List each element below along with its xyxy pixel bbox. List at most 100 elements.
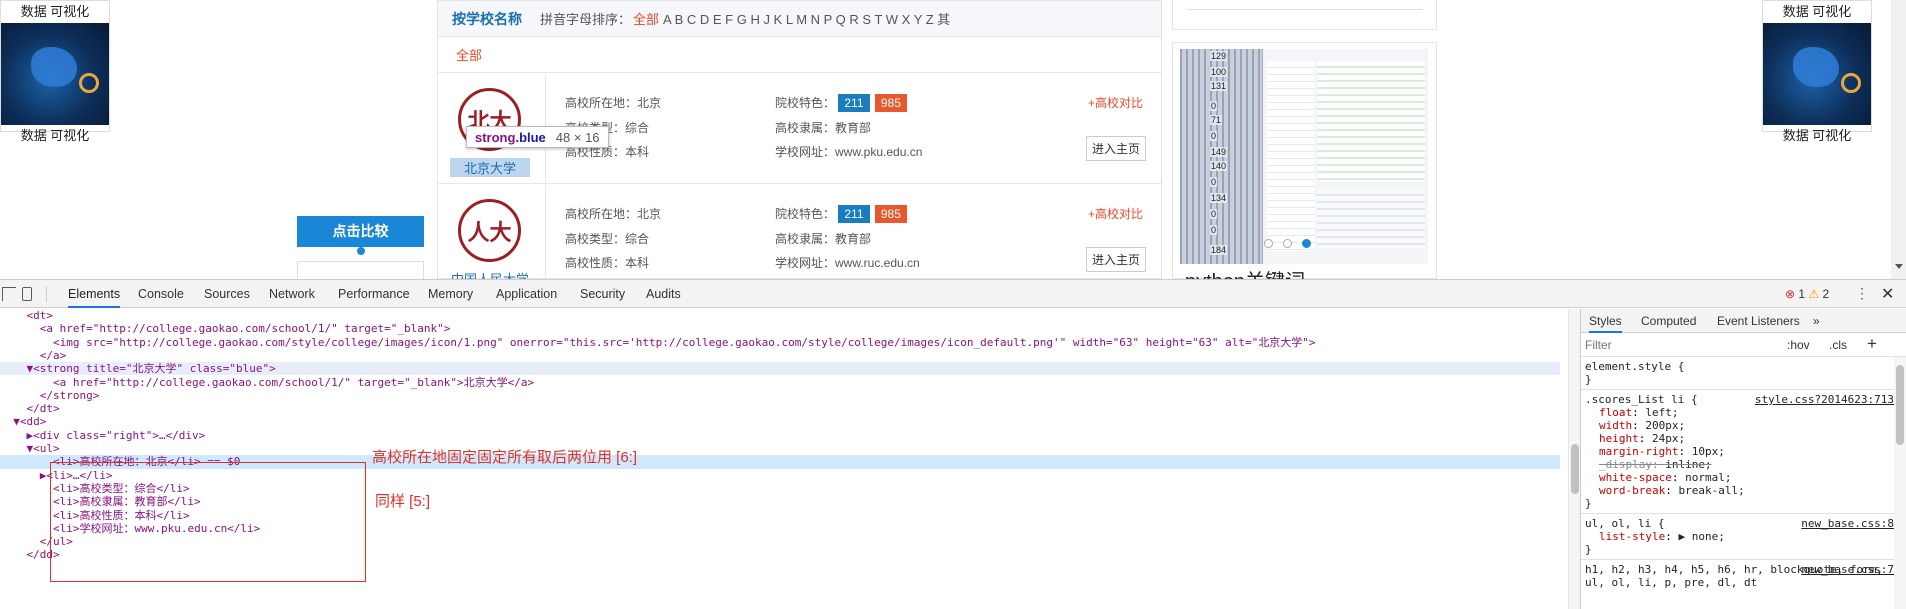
ruler-label: 0 bbox=[1210, 209, 1218, 219]
rule-source-link[interactable]: style.css?2014623:713 bbox=[1755, 393, 1894, 406]
filter-all-link[interactable]: 全部 bbox=[438, 37, 1161, 73]
letter-links[interactable]: A B C D E F G H J K L M N P Q R S T W X … bbox=[663, 9, 950, 28]
scroll-thumb[interactable] bbox=[1571, 444, 1579, 494]
tab-sources[interactable]: Sources bbox=[204, 280, 250, 308]
ruler-label: 0 bbox=[1210, 131, 1218, 141]
college-name-link[interactable]: 中国人民大学 bbox=[450, 269, 530, 279]
ruler-label: 134 bbox=[1210, 193, 1228, 203]
dom-line[interactable]: ▼<dd> bbox=[0, 415, 46, 428]
close-icon[interactable]: ✕ bbox=[1881, 284, 1894, 304]
tab-audits[interactable]: Audits bbox=[646, 280, 681, 308]
more-options-icon[interactable]: ⋮ bbox=[1855, 286, 1869, 300]
ad-right[interactable]: 数据 可视化 数据 可视化 bbox=[1762, 0, 1872, 143]
add-compare-link[interactable]: +高校对比 bbox=[1088, 94, 1143, 111]
college-affiliation: 高校隶属：教育部 bbox=[775, 121, 872, 135]
css-rule: ul, ol, li { new_base.css:8 list-style: … bbox=[1581, 514, 1906, 560]
scroll-thumb[interactable] bbox=[1896, 365, 1904, 445]
tab-network[interactable]: Network bbox=[269, 280, 315, 308]
device-toolbar-icon[interactable] bbox=[22, 287, 32, 301]
inspect-element-icon[interactable] bbox=[2, 287, 16, 301]
dom-line[interactable]: </dt> bbox=[0, 402, 59, 415]
tooltip-size: 48 × 16 bbox=[555, 129, 600, 145]
college-logo[interactable]: 人大 bbox=[458, 199, 521, 262]
property-name: white-space bbox=[1599, 471, 1672, 484]
css-property[interactable]: margin-right: 10px; bbox=[1585, 445, 1902, 458]
styles-pane: Styles Computed Event Listeners » :hov .… bbox=[1580, 309, 1906, 609]
tab-styles[interactable]: Styles bbox=[1589, 309, 1622, 333]
dom-line[interactable]: ▶<div class="right">…</div> bbox=[0, 429, 205, 442]
css-property[interactable]: word-break: break-all; bbox=[1585, 484, 1902, 497]
ruler-label: 0 bbox=[1210, 101, 1218, 111]
rule-selector[interactable]: element.style { bbox=[1585, 360, 1902, 373]
css-property[interactable]: white-space: normal; bbox=[1585, 471, 1902, 484]
tab-console[interactable]: Console bbox=[138, 280, 184, 308]
dom-scrollbar[interactable] bbox=[1568, 309, 1580, 609]
tab-security[interactable]: Security bbox=[580, 280, 625, 308]
side-panel-top bbox=[1172, 0, 1437, 30]
side-panel-ad[interactable]: 129 100 131 0 71 0 149 140 0 134 0 0 184 bbox=[1172, 42, 1437, 279]
property-name: height bbox=[1599, 432, 1639, 445]
css-property-overridden[interactable]: _display: inline; bbox=[1585, 458, 1902, 471]
dom-line-selected[interactable]: ▼<strong title="北京大学" class="blue"> bbox=[0, 362, 275, 375]
carousel-dot[interactable] bbox=[1283, 239, 1292, 248]
side-keyword-title[interactable]: python关键词 bbox=[1185, 265, 1305, 279]
dom-line[interactable]: ▼<ul> bbox=[0, 442, 59, 455]
hover-state-toggle[interactable]: :hov bbox=[1787, 338, 1810, 352]
ruler: 129 100 131 0 71 0 149 140 0 134 0 0 184 bbox=[1180, 49, 1262, 264]
rule-source-link[interactable]: new_base.css:8 bbox=[1801, 517, 1894, 530]
college-name-link[interactable]: 北京大学 bbox=[450, 158, 530, 177]
compare-button[interactable]: 点击比较 bbox=[297, 216, 424, 247]
property-name: width bbox=[1599, 419, 1633, 432]
styles-filter-input[interactable] bbox=[1585, 336, 1785, 353]
class-toggle[interactable]: .cls bbox=[1829, 338, 1847, 352]
tooltip-tag: strong bbox=[475, 129, 516, 145]
tab-computed[interactable]: Computed bbox=[1641, 309, 1696, 333]
college-affiliation: 高校隶属：教育部 bbox=[775, 232, 872, 246]
tab-memory[interactable]: Memory bbox=[428, 280, 473, 308]
more-tabs-icon[interactable]: » bbox=[1813, 309, 1820, 333]
css-rule: h1, h2, h3, h4, h5, h6, hr, blockquote, … bbox=[1581, 560, 1906, 592]
add-rule-icon[interactable]: + bbox=[1867, 334, 1877, 354]
scroll-down-icon[interactable] bbox=[1895, 264, 1903, 269]
dom-line[interactable]: </strong> bbox=[0, 389, 100, 402]
dom-line[interactable]: </a> bbox=[0, 349, 67, 362]
dom-line[interactable]: <dt> bbox=[0, 309, 53, 322]
dom-line[interactable]: <a href="http://college.gaokao.com/schoo… bbox=[0, 376, 534, 389]
tab-elements[interactable]: Elements bbox=[68, 280, 121, 308]
home-page-button[interactable]: 进入主页 bbox=[1086, 247, 1147, 272]
styles-scrollbar[interactable] bbox=[1894, 357, 1906, 609]
tooltip-class: .blue bbox=[515, 129, 546, 145]
property-value: inline; bbox=[1665, 458, 1712, 471]
sort-all-link[interactable]: 全部 bbox=[633, 9, 659, 28]
file-tree bbox=[1267, 61, 1315, 251]
ruler-label: 129 bbox=[1210, 51, 1228, 61]
dom-tree[interactable]: <dt> <a href="http://college.gaokao.com/… bbox=[0, 309, 1568, 609]
tab-performance[interactable]: Performance bbox=[338, 280, 410, 308]
error-count: 1 bbox=[1798, 287, 1806, 301]
tab-application[interactable]: Application bbox=[496, 280, 557, 308]
python-screenshot-image: 129 100 131 0 71 0 149 140 0 134 0 0 184 bbox=[1180, 49, 1428, 264]
tab-event-listeners[interactable]: Event Listeners bbox=[1717, 309, 1800, 333]
dom-line[interactable]: <a href="http://college.gaokao.com/schoo… bbox=[0, 322, 451, 335]
styles-filter-bar: :hov .cls + bbox=[1581, 333, 1906, 357]
property-value: 200px; bbox=[1645, 419, 1686, 432]
property-name: list-style bbox=[1599, 530, 1666, 543]
carousel-dots bbox=[1264, 239, 1311, 248]
warning-count: 2 bbox=[1822, 287, 1830, 301]
carousel-dot[interactable] bbox=[1264, 239, 1273, 248]
css-property[interactable]: width: 200px; bbox=[1585, 419, 1902, 432]
css-property[interactable]: height: 24px; bbox=[1585, 432, 1902, 445]
css-property[interactable]: list-style: ▶ none; bbox=[1585, 530, 1902, 543]
carousel-dot[interactable] bbox=[1302, 239, 1311, 248]
college-website: 学校网址：www.pku.edu.cn bbox=[775, 145, 923, 159]
ad-left[interactable]: 数据 可视化 数据 可视化 bbox=[0, 0, 110, 143]
dom-line[interactable]: <img src="http://college.gaokao.com/styl… bbox=[0, 336, 1316, 349]
error-icon: ⊗ bbox=[1785, 287, 1796, 301]
issue-counters[interactable]: ⊗ 1 ⚠ 2 bbox=[1785, 287, 1829, 301]
home-page-button[interactable]: 进入主页 bbox=[1086, 136, 1147, 161]
add-compare-link[interactable]: +高校对比 bbox=[1088, 205, 1143, 222]
rule-source-link[interactable]: new_base.css:7 bbox=[1801, 563, 1894, 576]
css-property[interactable]: float: left; bbox=[1585, 406, 1902, 419]
page-scrollbar[interactable] bbox=[1891, 0, 1906, 279]
property-value: 24px; bbox=[1652, 432, 1686, 445]
